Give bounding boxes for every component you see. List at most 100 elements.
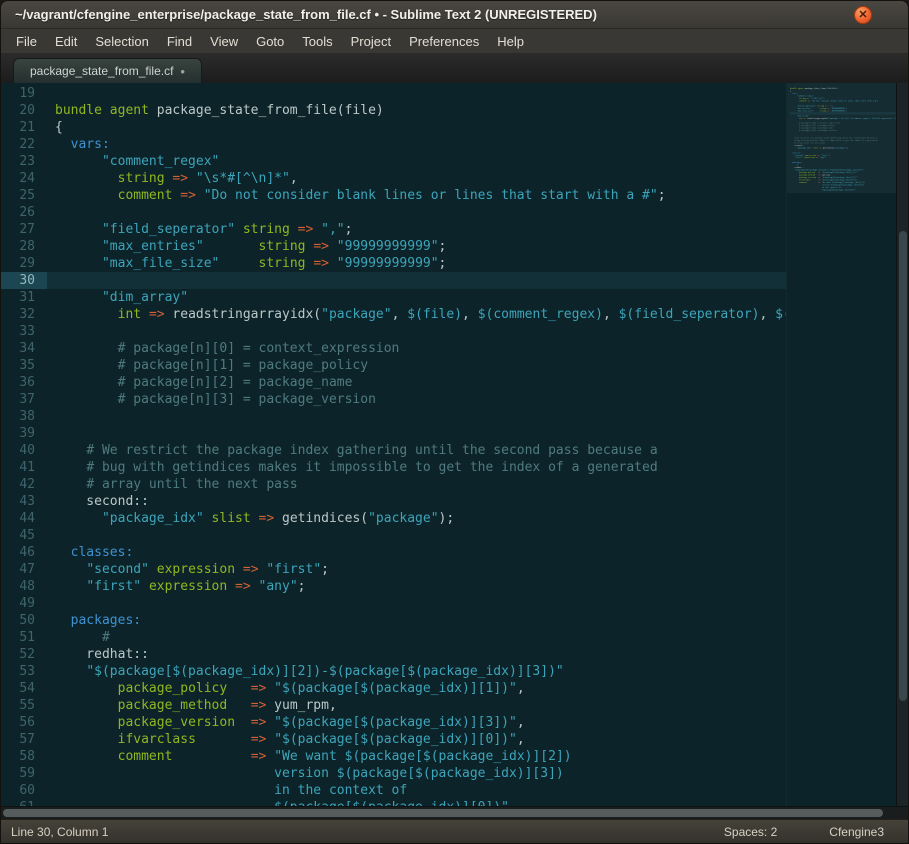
- code-line[interactable]: $(package[$(package_idx)][0])": [47, 799, 786, 806]
- line-number[interactable]: 59: [1, 765, 47, 782]
- line-number[interactable]: 48: [1, 578, 47, 595]
- code-line[interactable]: bundle agent package_state_from_file(fil…: [47, 102, 786, 119]
- line-number[interactable]: 30: [1, 272, 47, 289]
- line-number[interactable]: 51: [1, 629, 47, 646]
- menu-edit[interactable]: Edit: [46, 31, 86, 52]
- code-line[interactable]: package_version => "$(package[$(package_…: [47, 714, 786, 731]
- line-number[interactable]: 44: [1, 510, 47, 527]
- code-line[interactable]: "package_idx" slist => getindices("packa…: [47, 510, 786, 527]
- code-line[interactable]: # We restrict the package index gatherin…: [47, 442, 786, 459]
- line-number[interactable]: 27: [1, 221, 47, 238]
- tab-package-state-from-file[interactable]: package_state_from_file.cf •: [13, 58, 202, 83]
- code-line[interactable]: in the context of: [47, 782, 786, 799]
- menu-file[interactable]: File: [7, 31, 46, 52]
- vertical-scrollbar-thumb[interactable]: [899, 231, 907, 701]
- code-line[interactable]: [47, 204, 786, 221]
- indent-setting[interactable]: Spaces: 2: [724, 825, 777, 839]
- horizontal-scrollbar[interactable]: [1, 806, 908, 819]
- horizontal-scrollbar-thumb[interactable]: [3, 809, 883, 817]
- code-line[interactable]: # package[n][0] = context_expression: [47, 340, 786, 357]
- line-number[interactable]: 36: [1, 374, 47, 391]
- line-number[interactable]: 29: [1, 255, 47, 272]
- code-line[interactable]: int => readstringarrayidx("package", $(f…: [47, 306, 786, 323]
- line-number[interactable]: 49: [1, 595, 47, 612]
- code-line[interactable]: [47, 323, 786, 340]
- code-line[interactable]: # package[n][3] = package_version: [47, 391, 786, 408]
- vertical-scrollbar[interactable]: [896, 83, 908, 806]
- line-number[interactable]: 46: [1, 544, 47, 561]
- code-line[interactable]: second::: [47, 493, 786, 510]
- line-number[interactable]: 53: [1, 663, 47, 680]
- line-number[interactable]: 58: [1, 748, 47, 765]
- line-number[interactable]: 39: [1, 425, 47, 442]
- menu-find[interactable]: Find: [158, 31, 201, 52]
- menu-selection[interactable]: Selection: [86, 31, 157, 52]
- line-number[interactable]: 24: [1, 170, 47, 187]
- code-line[interactable]: "comment_regex": [47, 153, 786, 170]
- code-line[interactable]: comment => "We want $(package[$(package_…: [47, 748, 786, 765]
- code-line[interactable]: package_method => yum_rpm,: [47, 697, 786, 714]
- code-line[interactable]: redhat::: [47, 646, 786, 663]
- code-line[interactable]: package_policy => "$(package[$(package_i…: [47, 680, 786, 697]
- line-number[interactable]: 23: [1, 153, 47, 170]
- code-line[interactable]: [47, 408, 786, 425]
- menu-view[interactable]: View: [201, 31, 247, 52]
- code-line[interactable]: ifvarclass => "$(package[$(package_idx)]…: [47, 731, 786, 748]
- code-line[interactable]: "second" expression => "first";: [47, 561, 786, 578]
- menu-goto[interactable]: Goto: [247, 31, 293, 52]
- code-line[interactable]: # package[n][1] = package_policy: [47, 357, 786, 374]
- code-line[interactable]: classes:: [47, 544, 786, 561]
- gutter[interactable]: 1920212223242526272829303132333435363738…: [1, 83, 47, 806]
- line-number[interactable]: 22: [1, 136, 47, 153]
- title-bar[interactable]: ~/vagrant/cfengine_enterprise/package_st…: [1, 1, 908, 29]
- line-number[interactable]: 56: [1, 714, 47, 731]
- menu-preferences[interactable]: Preferences: [400, 31, 488, 52]
- code-line[interactable]: "first" expression => "any";: [47, 578, 786, 595]
- line-number[interactable]: 37: [1, 391, 47, 408]
- line-number[interactable]: 38: [1, 408, 47, 425]
- minimap[interactable]: bundle agent package_state_from_file(fil…: [786, 83, 896, 806]
- code-line[interactable]: # package[n][2] = package_name: [47, 374, 786, 391]
- line-number[interactable]: 60: [1, 782, 47, 799]
- code-line[interactable]: [47, 272, 786, 289]
- menu-help[interactable]: Help: [488, 31, 533, 52]
- line-number[interactable]: 28: [1, 238, 47, 255]
- line-number[interactable]: 26: [1, 204, 47, 221]
- code-line[interactable]: # bug with getindices makes it impossibl…: [47, 459, 786, 476]
- code-line[interactable]: [47, 425, 786, 442]
- line-number[interactable]: 31: [1, 289, 47, 306]
- code-lines[interactable]: bundle agent package_state_from_file(fil…: [47, 83, 786, 806]
- line-number[interactable]: 20: [1, 102, 47, 119]
- line-number[interactable]: 41: [1, 459, 47, 476]
- code-line[interactable]: "max_file_size" string => "99999999999";: [47, 255, 786, 272]
- line-number[interactable]: 21: [1, 119, 47, 136]
- line-number[interactable]: 54: [1, 680, 47, 697]
- code-line[interactable]: string => "\s*#[^\n]*",: [47, 170, 786, 187]
- code-line[interactable]: {: [47, 119, 786, 136]
- code-line[interactable]: [47, 527, 786, 544]
- code-line[interactable]: comment => "Do not consider blank lines …: [47, 187, 786, 204]
- line-number[interactable]: 19: [1, 85, 47, 102]
- close-button[interactable]: ✕: [854, 6, 872, 24]
- syntax-name[interactable]: Cfengine3: [829, 825, 884, 839]
- line-number[interactable]: 40: [1, 442, 47, 459]
- code-line[interactable]: [47, 595, 786, 612]
- code-line[interactable]: "dim_array": [47, 289, 786, 306]
- line-number[interactable]: 43: [1, 493, 47, 510]
- code-line[interactable]: packages:: [47, 612, 786, 629]
- code-line[interactable]: [47, 85, 786, 102]
- line-number[interactable]: 52: [1, 646, 47, 663]
- line-number[interactable]: 32: [1, 306, 47, 323]
- code-line[interactable]: vars:: [47, 136, 786, 153]
- line-number[interactable]: 35: [1, 357, 47, 374]
- code-line[interactable]: "$(package[$(package_idx)][2])-$(package…: [47, 663, 786, 680]
- line-number[interactable]: 25: [1, 187, 47, 204]
- line-number[interactable]: 55: [1, 697, 47, 714]
- line-number[interactable]: 61: [1, 799, 47, 806]
- code-line[interactable]: "max_entries" string => "99999999999";: [47, 238, 786, 255]
- line-number[interactable]: 50: [1, 612, 47, 629]
- code-line[interactable]: version $(package[$(package_idx)][3]): [47, 765, 786, 782]
- line-number[interactable]: 34: [1, 340, 47, 357]
- menu-project[interactable]: Project: [342, 31, 400, 52]
- menu-tools[interactable]: Tools: [293, 31, 341, 52]
